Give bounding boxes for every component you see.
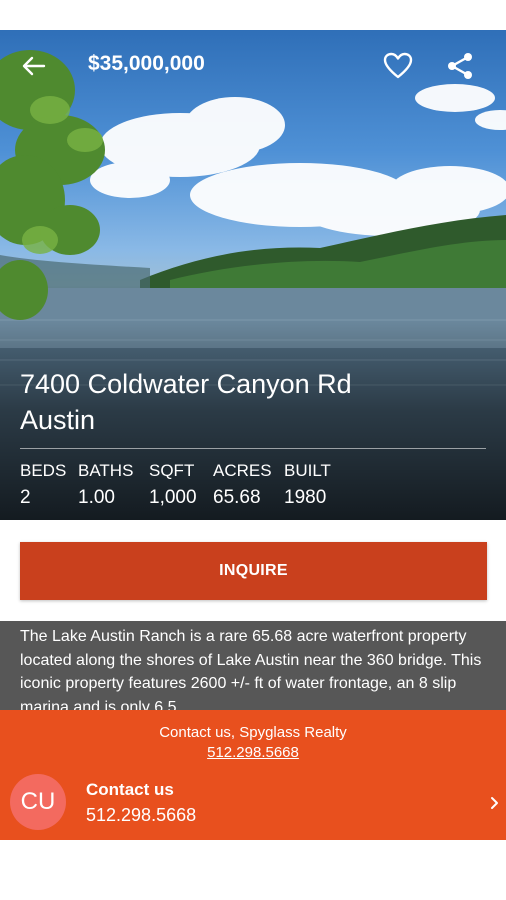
system-navigation-bar (0, 840, 506, 900)
stat-label: BUILT (284, 461, 331, 480)
contact-panel[interactable]: Contact us, Spyglass Realty 512.298.5668… (0, 710, 506, 840)
status-bar (0, 0, 506, 30)
chevron-right-icon (491, 797, 498, 809)
contact-phone-link-text[interactable]: 512.298.5668 (207, 744, 299, 761)
stat-label: SQFT (149, 461, 195, 480)
stat-beds: BEDS 2 (20, 458, 78, 512)
share-button[interactable] (444, 50, 476, 82)
avatar: CU (10, 774, 66, 830)
inquire-button[interactable]: INQUIRE (20, 542, 487, 600)
stat-value: 65.68 (213, 487, 261, 508)
stat-acres: ACRES 65.68 (213, 458, 284, 512)
stat-sqft: SQFT 1,000 (149, 458, 213, 512)
stat-label: BEDS (20, 461, 67, 480)
property-description: The Lake Austin Ranch is a rare 65.68 ac… (0, 621, 506, 711)
arrow-left-icon (22, 56, 46, 76)
contact-phone[interactable]: 512.298.5668 (86, 805, 196, 826)
stat-value: 1980 (284, 487, 327, 508)
stat-label: ACRES (213, 461, 272, 480)
address-street: 7400 Coldwater Canyon Rd (20, 369, 352, 399)
back-button[interactable] (18, 50, 50, 82)
stats-divider (20, 448, 486, 449)
stat-value: 1.00 (78, 487, 115, 508)
stat-built: BUILT 1980 (284, 458, 344, 512)
share-icon (448, 53, 472, 79)
contact-title: Contact us (86, 780, 174, 799)
contact-expand-button[interactable] (488, 794, 502, 812)
stat-value: 1,000 (149, 487, 197, 508)
contact-heading: Contact us, Spyglass Realty (159, 724, 347, 741)
property-address: 7400 Coldwater Canyon Rd Austin (20, 366, 490, 438)
stat-baths: BATHS 1.00 (78, 458, 149, 512)
hero-photo: $35,000,000 7400 Coldwater Canyon Rd Aus… (0, 30, 506, 520)
address-city: Austin (20, 405, 96, 435)
property-stats: BEDS 2 BATHS 1.00 SQFT 1,000 ACRES 65.68… (20, 458, 344, 512)
favorite-button[interactable] (382, 50, 414, 82)
stat-label: BATHS (78, 461, 134, 480)
contact-phone-link[interactable]: 512.298.5668 (0, 742, 506, 763)
listing-price: $35,000,000 (88, 52, 205, 75)
heart-outline-icon (383, 52, 413, 79)
stat-value: 2 (20, 487, 31, 508)
